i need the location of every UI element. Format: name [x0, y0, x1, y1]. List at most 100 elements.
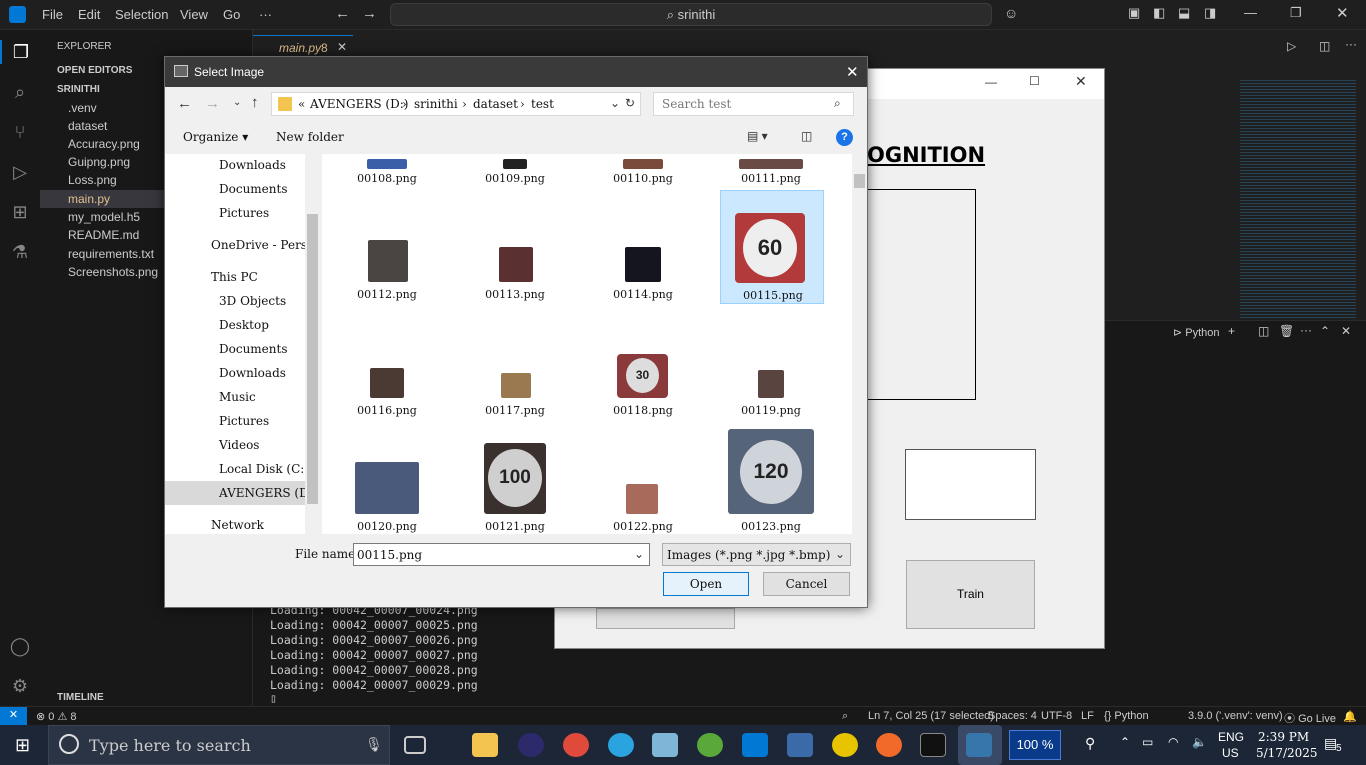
file-tile[interactable]: 00116.png: [335, 306, 439, 420]
task-view-icon[interactable]: [404, 736, 426, 754]
testing-icon[interactable]: ⚗: [8, 240, 32, 264]
breadcrumb-drive[interactable]: AVENGERS (D:): [310, 97, 408, 111]
eol[interactable]: LF: [1081, 710, 1094, 722]
help-icon[interactable]: ?: [836, 129, 853, 146]
menu-view[interactable]: View: [180, 7, 208, 22]
search-box[interactable]: Search test ⌕: [653, 92, 854, 116]
filename-input[interactable]: 00115.png ⌄: [353, 543, 650, 566]
nav-onedrive[interactable]: OneDrive - Person: [211, 238, 306, 252]
toggle-sidebar-icon[interactable]: ◧: [1153, 5, 1165, 21]
extensions-icon[interactable]: ⊞: [8, 200, 32, 224]
view-options-icon[interactable]: ▤ ▾: [747, 129, 768, 143]
nav-this-pc[interactable]: This PC: [211, 270, 258, 284]
breadcrumb-dataset[interactable]: dataset: [473, 97, 518, 111]
run-debug-icon[interactable]: ▷: [8, 160, 32, 184]
menu-selection[interactable]: Selection: [115, 7, 168, 22]
tree-item-model[interactable]: my_model.h5: [68, 210, 140, 224]
split-terminal-icon[interactable]: ◫: [1258, 324, 1269, 338]
file-tile[interactable]: 00119.png: [719, 306, 823, 420]
show-hidden-icon[interactable]: ⌃: [1120, 735, 1130, 749]
weather-icon[interactable]: [832, 733, 858, 757]
up-icon[interactable]: ↑: [251, 94, 259, 111]
cursor-position[interactable]: Ln 7, Col 25 (17 selected): [868, 710, 994, 722]
file-tile[interactable]: 00108.png: [335, 154, 439, 188]
tree-item-accuracy[interactable]: Accuracy.png: [68, 137, 140, 151]
close-panel-icon[interactable]: ✕: [1341, 324, 1351, 338]
terminal-more-icon[interactable]: ···: [1300, 323, 1312, 337]
volume-icon[interactable]: 🔈: [1192, 735, 1207, 749]
nav-scrollbar-thumb[interactable]: [307, 214, 318, 504]
recent-dropdown-icon[interactable]: ⌄: [233, 97, 241, 108]
refresh-icon[interactable]: ↻: [625, 96, 635, 110]
minimize-icon[interactable]: —: [1244, 5, 1257, 20]
file-tile[interactable]: 00122.png: [591, 422, 695, 534]
wifi-icon[interactable]: ◠: [1168, 735, 1178, 749]
explorer-icon[interactable]: ❐: [0, 40, 40, 64]
go-live[interactable]: ⦿ Go Live: [1284, 710, 1336, 726]
indentation[interactable]: Spaces: 4: [988, 710, 1037, 722]
interpreter[interactable]: 3.9.0 ('.venv': venv): [1188, 710, 1283, 722]
toggle-panel-icon[interactable]: ⬓: [1178, 5, 1190, 21]
vscode-taskbar-icon[interactable]: [742, 733, 768, 757]
settings-gear-icon[interactable]: ⚙: [8, 674, 32, 698]
terminal-icon[interactable]: [920, 733, 946, 757]
menu-go[interactable]: Go: [223, 7, 240, 22]
source-control-icon[interactable]: ⑂: [8, 120, 32, 144]
problems-indicator[interactable]: ⊗ 0 ⚠ 8: [36, 710, 77, 723]
dialog-close-icon[interactable]: ✕: [846, 63, 859, 81]
back-arrow-icon[interactable]: ←: [335, 5, 350, 22]
menu-file[interactable]: File: [42, 7, 63, 22]
file-tile[interactable]: 100 00121.png: [463, 422, 567, 534]
windows-start-icon[interactable]: ⊞: [15, 735, 30, 756]
new-terminal-icon[interactable]: +: [1228, 324, 1235, 338]
cancel-button[interactable]: Cancel: [763, 572, 850, 596]
open-button[interactable]: Open: [663, 572, 749, 596]
nav-pictures[interactable]: Pictures: [219, 414, 269, 428]
account-icon[interactable]: ◯: [8, 634, 32, 658]
address-bar[interactable]: « AVENGERS (D:) › srinithi › dataset › t…: [271, 92, 641, 116]
region-indicator[interactable]: US: [1222, 746, 1239, 760]
file-tile-selected[interactable]: 60 00115.png: [720, 190, 824, 304]
nav-desktop[interactable]: Desktop: [219, 318, 269, 332]
tree-item-loss[interactable]: Loss.png: [68, 173, 117, 187]
terminal-cursor[interactable]: ▯: [270, 691, 277, 705]
new-folder-button[interactable]: New folder: [276, 130, 344, 144]
telegram-icon[interactable]: [608, 733, 634, 757]
postman-icon[interactable]: [876, 733, 902, 757]
file-tile[interactable]: 00110.png: [591, 154, 695, 188]
maximize-panel-icon[interactable]: ⌃: [1320, 324, 1330, 338]
nav-music[interactable]: Music: [219, 390, 256, 404]
language-indicator[interactable]: ENG: [1218, 730, 1244, 744]
copilot-icon[interactable]: ☺: [1004, 5, 1018, 21]
language-mode[interactable]: {} Python: [1104, 710, 1149, 722]
nav-downloads-quick[interactable]: Downloads: [219, 158, 286, 172]
toggle-secondary-icon[interactable]: ◨: [1204, 5, 1216, 21]
nav-documents-quick[interactable]: Documents: [219, 182, 287, 196]
nav-videos[interactable]: Videos: [219, 438, 259, 452]
clock-date[interactable]: 5/17/2025: [1256, 746, 1318, 760]
clock-time[interactable]: 2:39 PM: [1258, 730, 1309, 744]
breadcrumb-srinithi[interactable]: srinithi: [414, 97, 458, 111]
app-icon[interactable]: [652, 733, 678, 757]
python-icon[interactable]: [966, 733, 992, 757]
filetype-dropdown-icon[interactable]: ⌄: [835, 547, 845, 561]
nav-network[interactable]: Network: [211, 518, 264, 532]
terminal-profile[interactable]: ⊳ Python: [1173, 326, 1220, 339]
battery-icon[interactable]: ▭: [1142, 735, 1153, 749]
nav-pictures-quick[interactable]: Pictures: [219, 206, 269, 220]
filename-dropdown-icon[interactable]: ⌄: [634, 547, 644, 561]
notifications-bell-icon[interactable]: 🔔: [1343, 710, 1357, 723]
mysql-icon[interactable]: [787, 733, 813, 757]
people-icon[interactable]: ⚲: [1085, 735, 1095, 752]
tree-item-dataset[interactable]: dataset: [68, 119, 107, 133]
organize-button[interactable]: Organize ▾: [183, 130, 248, 144]
zoom-icon[interactable]: ⌕: [842, 710, 848, 723]
file-explorer-icon[interactable]: [472, 733, 498, 757]
file-tile[interactable]: 00114.png: [591, 190, 695, 304]
nav-documents[interactable]: Documents: [219, 342, 287, 356]
run-icon[interactable]: ▷: [1287, 39, 1296, 53]
forward-arrow-icon[interactable]: →: [362, 5, 377, 22]
kill-terminal-icon[interactable]: 🗑: [1279, 324, 1294, 338]
editor-more-icon[interactable]: ···: [1345, 37, 1357, 51]
nav-downloads[interactable]: Downloads: [219, 366, 286, 380]
